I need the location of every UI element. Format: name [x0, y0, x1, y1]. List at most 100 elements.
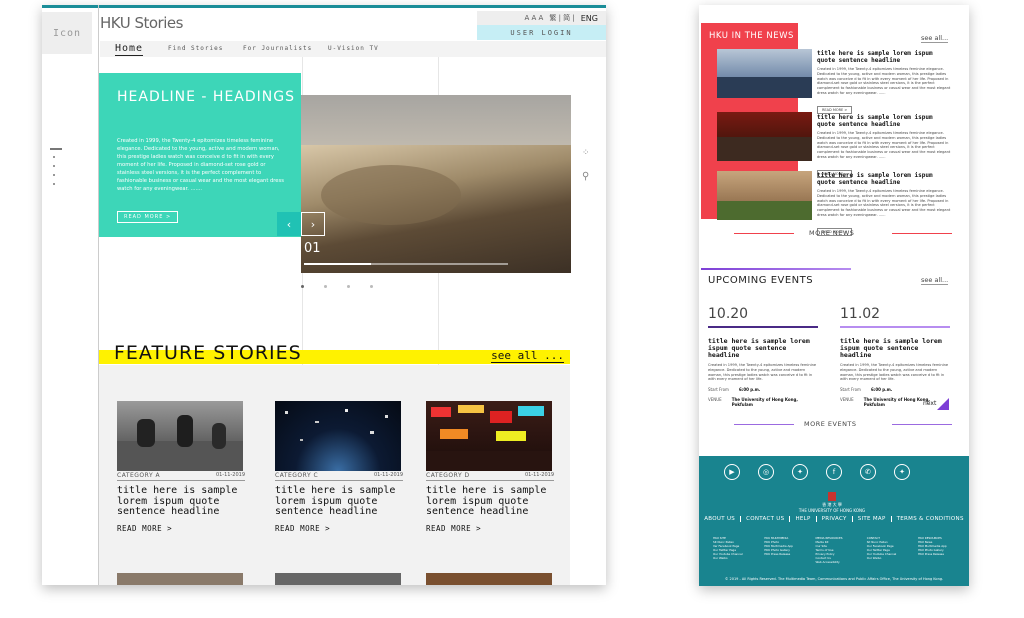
university-logo[interactable]: 香 港 大 學 THE UNIVERSITY OF HONG KONG: [787, 492, 877, 513]
next-events-button[interactable]: next: [923, 400, 936, 407]
story-read-more[interactable]: READ MORE >: [117, 524, 245, 533]
twitter-icon[interactable]: ✦: [894, 464, 910, 480]
footer-column-link[interactable]: HKU Press Release: [918, 552, 958, 556]
story-thumbnail[interactable]: [426, 573, 552, 585]
story-category[interactable]: CATEGORY D: [426, 472, 470, 479]
footer-column-link[interactable]: Our Weibo: [713, 556, 753, 560]
news-body: Created in 1999, the Twenty-4 epitomizes…: [817, 189, 951, 217]
more-news-label[interactable]: MORE NEWS: [809, 229, 854, 237]
site-icon-placeholder[interactable]: Icon: [42, 12, 92, 54]
story-card[interactable]: CATEGORY D 01-11-2019 title here is samp…: [426, 401, 554, 533]
hero-photo-desert: 01: [301, 95, 571, 273]
nav-home[interactable]: Home: [115, 43, 144, 56]
news-see-all-link[interactable]: see all...: [921, 34, 949, 43]
more-events-link[interactable]: MORE EVENTS: [734, 418, 952, 432]
event-venue-label: VENUE: [840, 397, 854, 403]
font-size-controls[interactable]: A A A: [525, 14, 544, 22]
event-card[interactable]: 11.02 title here is sample lorem ispum q…: [840, 306, 950, 407]
slide-dot[interactable]: [370, 285, 373, 288]
footer-copyright: © 2019 - All Rights Reserved. The Multim…: [724, 577, 944, 581]
footer-column: CONTACT Sit Nunc Pellen Our Facebook Page O…: [867, 536, 907, 564]
news-read-more[interactable]: READ MORE >: [817, 105, 853, 114]
news-title[interactable]: title here is sample lorem ispum quote s…: [817, 114, 952, 128]
social-links: ▶ ◎ ✦ f ✆ ✦: [724, 464, 910, 480]
event-date-bar: [708, 326, 818, 328]
footer-column: HKU MULTIMEDIA HKU Photo HKU Multimedia Ap…: [764, 536, 804, 564]
facebook-icon[interactable]: f: [826, 464, 842, 480]
news-events-page-mockup: HKU IN THE NEWS see all... title here is…: [699, 5, 969, 586]
footer-column-link[interactable]: Web Accessibility: [816, 560, 856, 564]
footer-link-about[interactable]: ABOUT US: [699, 516, 742, 522]
nav-u-vision-tv[interactable]: U-Vision TV: [328, 45, 379, 52]
event-title[interactable]: title here is sample lorem ispum quote s…: [708, 338, 818, 359]
footer-column: HKU RESOURCES HKU News HKU Multimedia App H…: [918, 536, 958, 564]
slide-progress-fill: [304, 263, 372, 265]
event-title[interactable]: title here is sample lorem ispum quote s…: [840, 338, 950, 359]
language-alt-links[interactable]: 繁 | 简 |: [549, 13, 574, 23]
news-item[interactable]: title here is sample lorem ispum quote s…: [817, 50, 952, 115]
story-card[interactable]: CATEGORY A 01-11-2019 title here is samp…: [117, 401, 245, 533]
footer-column-link[interactable]: Our Weibo: [867, 556, 907, 560]
side-pager-dot[interactable]: [53, 183, 55, 185]
footer-link-help[interactable]: HELP: [790, 516, 817, 522]
footer-link-terms[interactable]: TERMS & CONDITIONS: [892, 516, 969, 522]
events-see-all-link[interactable]: see all...: [921, 276, 949, 285]
footer-link-privacy[interactable]: PRIVACY: [817, 516, 853, 522]
decor-line: [892, 424, 952, 425]
instagram-icon[interactable]: ◎: [758, 464, 774, 480]
story-meta: CATEGORY A 01-11-2019: [117, 472, 245, 481]
story-category[interactable]: CATEGORY A: [117, 472, 160, 479]
slide-dot[interactable]: [347, 285, 350, 288]
news-title[interactable]: title here is sample lorem ispum quote s…: [817, 50, 952, 64]
story-category[interactable]: CATEGORY C: [275, 472, 318, 479]
footer-link-sitemap[interactable]: SITE MAP: [853, 516, 892, 522]
event-venue-label: VENUE: [708, 397, 722, 403]
side-pager-dot[interactable]: [53, 156, 55, 158]
story-title[interactable]: title here is sample lorem ispum quote s…: [426, 485, 566, 518]
site-logo[interactable]: HKU Stories: [100, 14, 183, 32]
story-thumbnail[interactable]: [117, 573, 243, 585]
story-title[interactable]: title here is sample lorem ispum quote s…: [117, 485, 257, 518]
story-read-more[interactable]: READ MORE >: [275, 524, 403, 533]
more-events-label[interactable]: MORE EVENTS: [804, 420, 857, 428]
top-accent-line: [42, 5, 606, 8]
hero-read-more-button[interactable]: READ MORE >: [117, 211, 179, 223]
share-icon[interactable]: ⁘: [582, 148, 590, 158]
nav-find-stories[interactable]: Find Stories: [168, 45, 223, 52]
next-slide-button[interactable]: ›: [301, 212, 325, 236]
story-card[interactable]: CATEGORY C 01-11-2019 title here is samp…: [275, 401, 403, 533]
hero-headline: HEADLINE - HEADINGS: [117, 89, 295, 105]
news-item[interactable]: title here is sample lorem ispum quote s…: [817, 114, 952, 179]
next-arrow-icon[interactable]: [937, 398, 949, 410]
slide-dot[interactable]: [324, 285, 327, 288]
side-pager-dot[interactable]: [53, 174, 55, 176]
nav-for-journalists[interactable]: For Journalists: [243, 45, 312, 52]
user-login-button[interactable]: USER LOGIN: [477, 25, 606, 40]
story-thumbnail[interactable]: [275, 573, 401, 585]
language-english[interactable]: ENG: [581, 14, 598, 23]
side-pager-dot[interactable]: [53, 165, 55, 167]
footer-column-link[interactable]: HKU Press Release: [764, 552, 804, 556]
event-card[interactable]: 10.20 title here is sample lorem ispum q…: [708, 306, 818, 407]
more-news-link[interactable]: MORE NEWS: [734, 227, 952, 241]
event-time: 6:00 p.m.: [738, 387, 761, 393]
utility-bar: A A A 繁 | 简 | ENG: [477, 11, 606, 25]
side-pager[interactable]: [50, 148, 62, 192]
event-time-label: Start From: [840, 387, 861, 393]
news-title[interactable]: title here is sample lorem ispum quote s…: [817, 172, 952, 186]
story-image-neon-street: [426, 401, 552, 471]
story-title[interactable]: title here is sample lorem ispum quote s…: [275, 485, 415, 518]
whatsapp-icon[interactable]: ✆: [860, 464, 876, 480]
prev-slide-button[interactable]: ‹: [277, 212, 301, 236]
story-read-more[interactable]: READ MORE >: [426, 524, 554, 533]
event-date: 10.20: [708, 306, 749, 322]
footer-column: MEDIA RESOURCES Media Kit Our Site Terms of…: [816, 536, 856, 564]
side-pager-active: [50, 148, 62, 150]
twitter-icon[interactable]: ✦: [792, 464, 808, 480]
search-icon[interactable]: ⚲: [582, 171, 589, 182]
slide-dot-active[interactable]: [301, 285, 304, 288]
story-image-bw-photo: [117, 401, 243, 471]
feature-see-all-link[interactable]: see all ...: [491, 349, 564, 363]
youtube-icon[interactable]: ▶: [724, 464, 740, 480]
footer-link-contact[interactable]: CONTACT US: [741, 516, 791, 522]
